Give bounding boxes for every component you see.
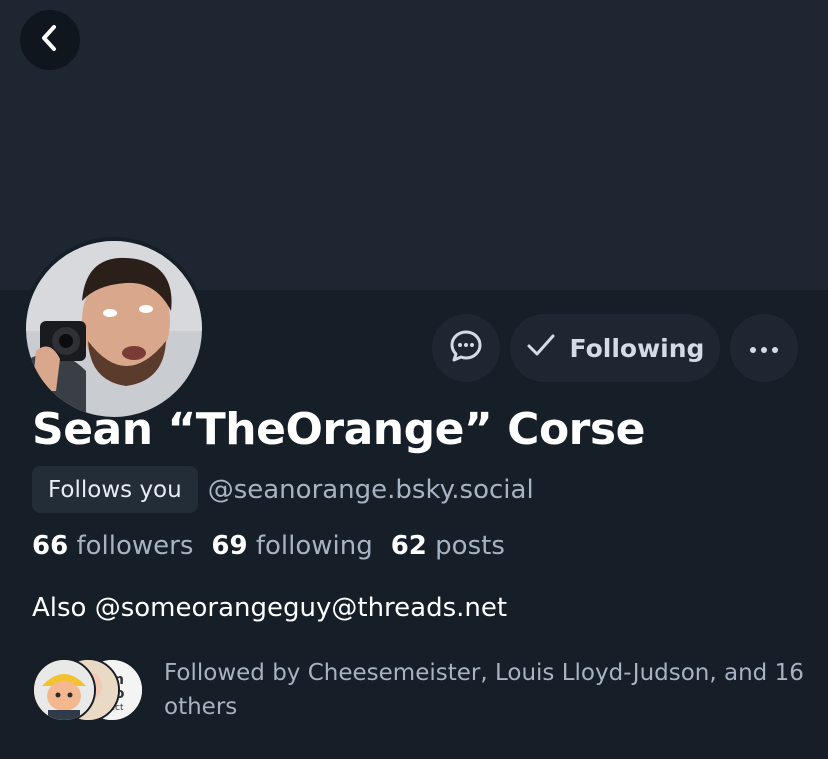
- chevron-left-icon: [39, 23, 61, 57]
- back-button[interactable]: [20, 10, 80, 70]
- mutual-avatars: n ro rect: [32, 658, 144, 722]
- profile-stats: 66 followers 69 following 62 posts: [32, 531, 505, 561]
- following-button[interactable]: Following: [510, 314, 720, 382]
- more-options-button[interactable]: [730, 314, 798, 382]
- follows-you-badge: Follows you: [32, 466, 198, 513]
- followers-label: followers: [76, 531, 194, 561]
- followers-count: 66: [32, 531, 69, 561]
- profile-bio: Also @someorangeguy@threads.net: [32, 593, 508, 623]
- followed-by-section[interactable]: n ro rect Followed by Cheesemeister, L: [32, 656, 804, 724]
- mutual-avatar-1: [32, 658, 96, 722]
- profile-actions: Following: [432, 314, 798, 382]
- following-count: 69: [211, 531, 248, 561]
- posts-stat: 62 posts: [391, 531, 505, 561]
- handle-row: Follows you @seanorange.bsky.social: [32, 466, 534, 513]
- display-name: Sean “TheOrange” Corse: [32, 404, 645, 455]
- posts-label: posts: [435, 531, 505, 561]
- chat-bubble-icon: [448, 328, 484, 368]
- message-button[interactable]: [432, 314, 500, 382]
- followed-by-text: Followed by Cheesemeister, Louis Lloyd-J…: [164, 660, 804, 720]
- posts-count: 62: [390, 531, 427, 561]
- checkmark-icon: [526, 333, 556, 363]
- avatar-photo: [26, 241, 202, 417]
- profile-avatar[interactable]: [22, 237, 206, 421]
- user-handle: @seanorange.bsky.social: [207, 474, 534, 505]
- following-stat[interactable]: 69 following: [211, 531, 372, 561]
- ellipsis-icon: [749, 339, 779, 358]
- followers-stat[interactable]: 66 followers: [32, 531, 193, 561]
- following-button-label: Following: [569, 333, 705, 363]
- following-label: following: [255, 531, 373, 561]
